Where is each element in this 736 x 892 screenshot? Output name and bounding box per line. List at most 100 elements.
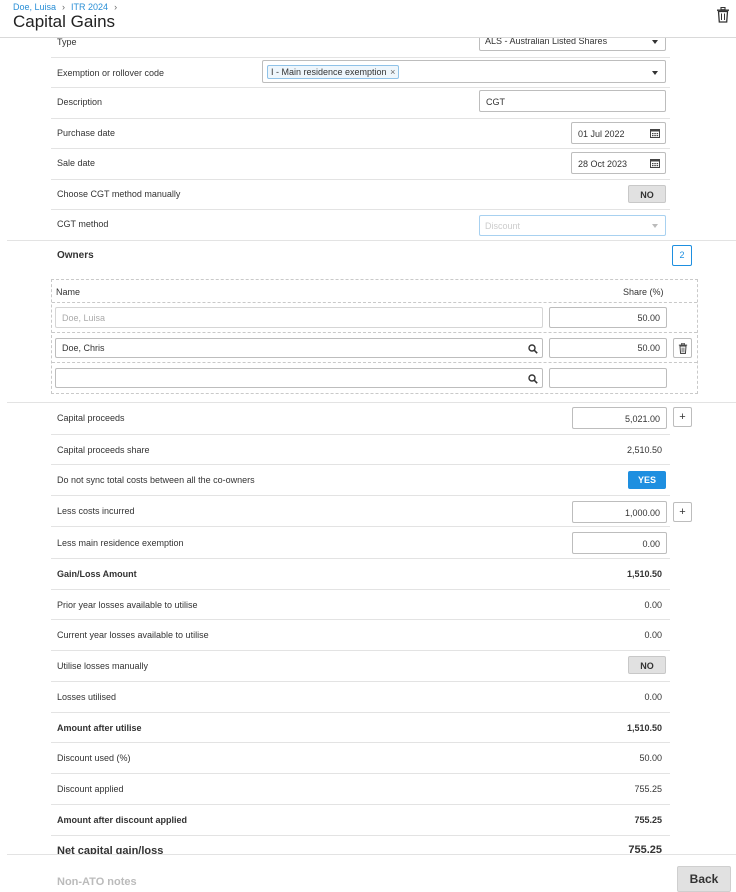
gain-loss-label: Gain/Loss Amount [57, 569, 137, 579]
owner-share-input[interactable]: 50.00 [549, 338, 667, 358]
capital-proceeds-input[interactable]: 5,021.00 [572, 407, 667, 429]
owners-title: Owners [57, 250, 94, 261]
purchase-date-input[interactable]: 01 Jul 2022 [571, 122, 666, 144]
capital-proceeds-share-row: Capital proceeds share 2,510.50 [51, 435, 670, 465]
less-costs-value: 1,000.00 [624, 508, 660, 518]
sale-date-input[interactable]: 28 Oct 2023 [571, 152, 666, 174]
owner-share-value: 50.00 [637, 343, 660, 353]
amount-after-utilise-value: 1,510.50 [626, 723, 662, 733]
current-year-label: Current year losses available to utilise [57, 630, 209, 640]
search-icon[interactable] [528, 344, 538, 354]
breadcrumb-client[interactable]: Doe, Luisa [13, 2, 56, 12]
section-divider [7, 240, 736, 241]
calendar-icon[interactable] [650, 128, 660, 138]
breadcrumb-return[interactable]: ITR 2024 [71, 2, 108, 12]
owner-share-input[interactable] [549, 368, 667, 388]
add-costs-button[interactable]: + [673, 502, 692, 522]
owners-table: Name Share (%) Doe, Luisa 50.00 Doe, Chr… [51, 279, 698, 394]
cgt-method-select[interactable]: Discount [479, 215, 666, 236]
calendar-icon[interactable] [650, 158, 660, 168]
chevron-down-icon [652, 224, 658, 228]
exemption-label: Exemption or rollover code [57, 68, 165, 78]
less-main-res-row: Less main residence exemption 0.00 [51, 527, 670, 559]
description-row: Description CGT [51, 88, 670, 119]
owner-share-value: 50.00 [637, 313, 660, 323]
less-costs-input[interactable]: 1,000.00 [572, 501, 667, 523]
losses-utilised-label: Losses utilised [57, 692, 117, 702]
owner-name-value: Doe, Chris [62, 343, 105, 353]
current-year-value: 0.00 [644, 630, 662, 640]
discount-used-value: 50.00 [639, 753, 662, 763]
less-costs-row: Less costs incurred 1,000.00 [51, 496, 670, 527]
capital-proceeds-value: 5,021.00 [624, 414, 660, 424]
purchase-date-label: Purchase date [57, 128, 116, 138]
description-label: Description [57, 97, 103, 107]
delete-icon[interactable] [716, 7, 730, 23]
description-input[interactable]: CGT [479, 90, 666, 112]
gain-loss-row: Gain/Loss Amount 1,510.50 [51, 559, 670, 590]
owner-name-field: Doe, Luisa [55, 307, 543, 328]
sale-date-row: Sale date 28 Oct 2023 [51, 149, 670, 180]
gain-loss-value: 1,510.50 [626, 569, 662, 579]
utilise-manual-row: Utilise losses manually NO [51, 651, 670, 682]
cgt-method-row: CGT method Discount [51, 210, 670, 240]
owners-header-name: Name [56, 287, 81, 297]
page-header: Doe, Luisa › ITR 2024 › Capital Gains [0, 0, 736, 38]
no-sync-toggle[interactable]: YES [628, 471, 666, 489]
non-ato-notes-label: Non-ATO notes [57, 876, 137, 888]
current-year-row: Current year losses available to utilise… [51, 620, 670, 651]
trash-icon [678, 343, 688, 354]
owners-count-button[interactable]: 2 [672, 245, 692, 266]
exemption-chip-label: I - Main residence exemption [271, 67, 387, 77]
prior-year-row: Prior year losses available to utilise 0… [51, 590, 670, 620]
choose-cgt-manual-row: Choose CGT method manually NO [51, 180, 670, 210]
cgt-method-label: CGT method [57, 219, 109, 229]
losses-utilised-value: 0.00 [644, 692, 662, 702]
chip-close-icon[interactable]: × [390, 67, 395, 77]
less-main-res-input[interactable]: 0.00 [572, 532, 667, 554]
utilise-manual-toggle[interactable]: NO [628, 656, 666, 674]
no-sync-label: Do not sync total costs between all the … [57, 475, 255, 485]
amount-after-discount-row: Amount after discount applied 755.25 [51, 805, 670, 836]
breadcrumb-separator: › [114, 2, 118, 12]
owner-name-search[interactable] [55, 368, 543, 388]
cgt-method-placeholder: Discount [485, 221, 521, 231]
search-icon[interactable] [528, 374, 538, 384]
discount-applied-row: Discount applied 755.25 [51, 774, 670, 805]
divider [7, 854, 736, 855]
divider [52, 302, 697, 303]
no-sync-row: Do not sync total costs between all the … [51, 465, 670, 496]
capital-proceeds-row: Capital proceeds 5,021.00 [51, 403, 670, 435]
exemption-row: Exemption or rollover code I - Main resi… [51, 58, 670, 88]
page-title: Capital Gains [13, 12, 116, 31]
purchase-date-value: 01 Jul 2022 [578, 129, 625, 139]
prior-year-label: Prior year losses available to utilise [57, 600, 198, 610]
capital-proceeds-label: Capital proceeds [57, 413, 125, 423]
discount-applied-value: 755.25 [634, 784, 662, 794]
divider [52, 362, 697, 363]
page-footer: Non-ATO notes [0, 854, 736, 892]
exemption-select[interactable]: I - Main residence exemption × [262, 60, 666, 83]
description-value: CGT [486, 97, 505, 107]
exemption-chip: I - Main residence exemption × [267, 65, 400, 79]
divider [52, 332, 697, 333]
add-proceeds-button[interactable]: + [673, 407, 692, 427]
sale-date-value: 28 Oct 2023 [578, 159, 628, 169]
less-main-res-label: Less main residence exemption [57, 538, 184, 548]
amount-after-discount-label: Amount after discount applied [57, 815, 188, 825]
amount-after-utilise-row: Amount after utilise 1,510.50 [51, 713, 670, 743]
remove-owner-button[interactable] [673, 338, 692, 358]
owners-header-share: Share (%) [623, 287, 664, 297]
type-row: Type ALS - Australian Listed Shares [51, 29, 670, 58]
owner-share-input[interactable]: 50.00 [549, 307, 667, 328]
owner-name-search[interactable]: Doe, Chris [55, 338, 543, 358]
choose-cgt-manual-toggle[interactable]: NO [628, 185, 666, 203]
losses-utilised-row: Losses utilised 0.00 [51, 682, 670, 713]
back-button[interactable]: Back [677, 866, 731, 892]
type-label: Type [57, 37, 77, 47]
discount-used-row: Discount used (%) 50.00 [51, 743, 670, 774]
amount-after-utilise-label: Amount after utilise [57, 723, 142, 733]
capital-proceeds-share-label: Capital proceeds share [57, 445, 150, 455]
chevron-down-icon [652, 71, 658, 75]
discount-used-label: Discount used (%) [57, 753, 131, 763]
